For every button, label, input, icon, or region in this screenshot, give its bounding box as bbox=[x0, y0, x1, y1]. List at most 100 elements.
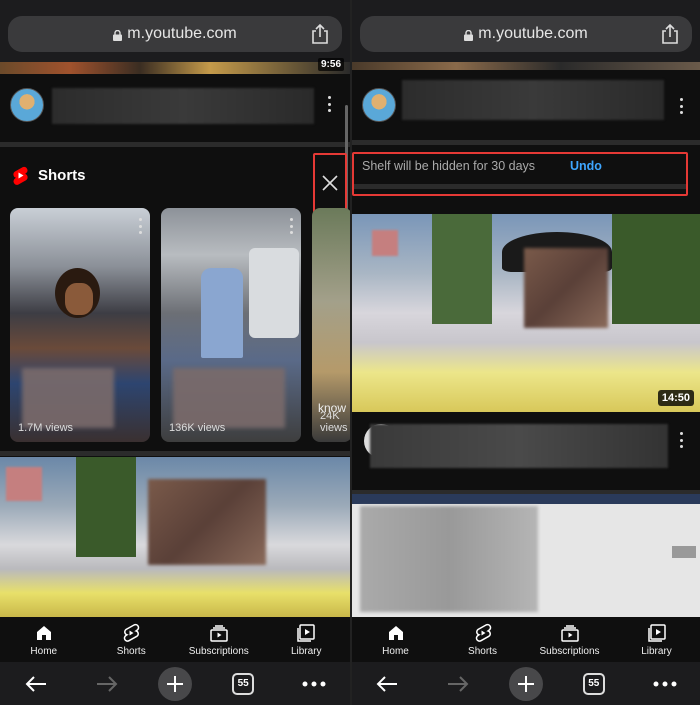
left-screenshot: m.youtube.com 9:56 Shorts 1.7M views 136… bbox=[0, 0, 350, 705]
nav-shorts[interactable]: Shorts bbox=[443, 623, 523, 657]
url-text: m.youtube.com bbox=[478, 25, 588, 42]
blurred-face bbox=[524, 248, 608, 328]
video-info-row[interactable] bbox=[352, 412, 700, 490]
nav-subscriptions[interactable]: Subscriptions bbox=[179, 623, 259, 657]
plant-shape bbox=[76, 457, 136, 557]
channel-avatar[interactable] bbox=[362, 88, 396, 122]
new-tab-button[interactable] bbox=[157, 666, 192, 701]
home-icon bbox=[388, 626, 403, 640]
share-icon[interactable] bbox=[660, 23, 680, 45]
library-icon bbox=[297, 624, 315, 642]
plant-shape bbox=[432, 214, 492, 324]
shelf-hidden-text: Shelf will be hidden for 30 days bbox=[362, 159, 536, 173]
back-button[interactable] bbox=[16, 667, 56, 701]
browser-toolbar: 55 bbox=[0, 662, 350, 705]
more-options-icon[interactable] bbox=[679, 98, 683, 114]
nav-subscriptions-label: Subscriptions bbox=[539, 646, 600, 657]
browser-toolbar: 55 bbox=[352, 662, 700, 705]
short-card[interactable]: 136K views bbox=[161, 208, 301, 442]
nav-library[interactable]: Library bbox=[266, 623, 346, 657]
lock-icon bbox=[113, 29, 123, 41]
more-menu-button[interactable] bbox=[294, 667, 334, 701]
shorts-icon bbox=[124, 623, 140, 642]
short-views: 24K views bbox=[320, 410, 348, 434]
divider bbox=[0, 451, 350, 456]
channel-avatar[interactable] bbox=[10, 88, 44, 122]
video-duration: 14:50 bbox=[657, 390, 694, 406]
blurred-title bbox=[370, 424, 668, 468]
arrow-right-icon bbox=[96, 675, 118, 692]
right-screenshot: m.youtube.com 14:50 Home Shorts Subscrip… bbox=[350, 0, 700, 705]
nav-home[interactable]: Home bbox=[4, 623, 84, 657]
url-text: m.youtube.com bbox=[127, 25, 237, 42]
more-options-icon[interactable] bbox=[289, 218, 293, 234]
vehicle-shape bbox=[249, 248, 299, 338]
blurred-title bbox=[52, 88, 314, 124]
more-options-icon[interactable] bbox=[327, 96, 331, 112]
tab-count: 55 bbox=[582, 672, 605, 695]
shelf-hidden-notice: Shelf will be hidden for 30 days Undo bbox=[352, 152, 688, 196]
plant-shape bbox=[612, 214, 700, 324]
nav-home[interactable]: Home bbox=[356, 623, 436, 657]
nav-home-label: Home bbox=[30, 646, 58, 657]
person-shape bbox=[201, 268, 243, 358]
lock-icon bbox=[464, 29, 474, 41]
ui-shape bbox=[672, 546, 696, 558]
video-thumbnail-strip[interactable] bbox=[352, 62, 700, 70]
blurred-face bbox=[148, 479, 266, 565]
short-views: 136K views bbox=[169, 422, 226, 434]
blurred-short-title bbox=[173, 368, 285, 428]
arrow-right-icon bbox=[448, 675, 469, 692]
forward-button[interactable] bbox=[87, 667, 127, 701]
nav-library-label: Library bbox=[641, 646, 672, 657]
blurred-title bbox=[402, 80, 664, 120]
video-info-row[interactable] bbox=[352, 78, 700, 140]
nav-shorts-label: Shorts bbox=[116, 646, 146, 657]
video-thumbnail[interactable] bbox=[352, 490, 700, 617]
more-horizontal-icon bbox=[653, 681, 677, 686]
plus-icon bbox=[517, 675, 534, 692]
forward-button[interactable] bbox=[438, 667, 478, 701]
divider bbox=[352, 140, 700, 145]
close-shelf-button[interactable] bbox=[313, 153, 347, 213]
shorts-title: Shorts bbox=[38, 167, 86, 184]
youtube-bottom-nav: Home Shorts Subscriptions Library bbox=[352, 617, 700, 662]
tab-count: 55 bbox=[232, 672, 255, 695]
subscriptions-icon bbox=[560, 625, 579, 642]
video-thumbnail-strip[interactable] bbox=[0, 62, 350, 74]
blurred-channel-logo bbox=[6, 467, 42, 501]
nav-subscriptions-label: Subscriptions bbox=[188, 646, 249, 657]
nav-subscriptions[interactable]: Subscriptions bbox=[530, 623, 610, 657]
arrow-left-icon bbox=[376, 675, 398, 692]
nav-shorts-label: Shorts bbox=[468, 646, 497, 657]
back-button[interactable] bbox=[367, 667, 407, 701]
nav-library[interactable]: Library bbox=[617, 623, 697, 657]
plus-icon bbox=[166, 675, 183, 692]
tabs-button[interactable]: 55 bbox=[223, 667, 263, 701]
more-menu-button[interactable] bbox=[645, 667, 685, 701]
close-icon bbox=[322, 175, 338, 191]
app-titlebar-shape bbox=[352, 494, 700, 504]
share-icon[interactable] bbox=[310, 23, 330, 45]
video-thumbnail[interactable] bbox=[0, 457, 350, 617]
more-horizontal-icon bbox=[302, 681, 326, 686]
nav-shorts[interactable]: Shorts bbox=[91, 623, 171, 657]
undo-button[interactable]: Undo bbox=[570, 159, 602, 173]
video-info-row[interactable] bbox=[0, 78, 350, 140]
short-card[interactable]: 1.7M views bbox=[10, 208, 150, 442]
video-thumbnail[interactable]: 14:50 bbox=[352, 214, 700, 412]
more-options-icon[interactable] bbox=[679, 432, 683, 448]
shorts-icon bbox=[475, 623, 491, 642]
tabs-button[interactable]: 55 bbox=[574, 667, 614, 701]
library-icon bbox=[647, 624, 666, 642]
person-face bbox=[65, 283, 93, 315]
divider bbox=[0, 142, 350, 147]
new-tab-button[interactable] bbox=[508, 666, 543, 701]
blurred-content bbox=[360, 506, 538, 612]
shorts-logo-icon bbox=[13, 166, 28, 185]
nav-library-label: Library bbox=[290, 646, 322, 657]
more-options-icon[interactable] bbox=[138, 218, 142, 234]
short-card[interactable]: know 24K views bbox=[312, 208, 350, 442]
address-bar[interactable]: m.youtube.com bbox=[360, 16, 692, 52]
address-bar[interactable]: m.youtube.com bbox=[8, 16, 342, 52]
